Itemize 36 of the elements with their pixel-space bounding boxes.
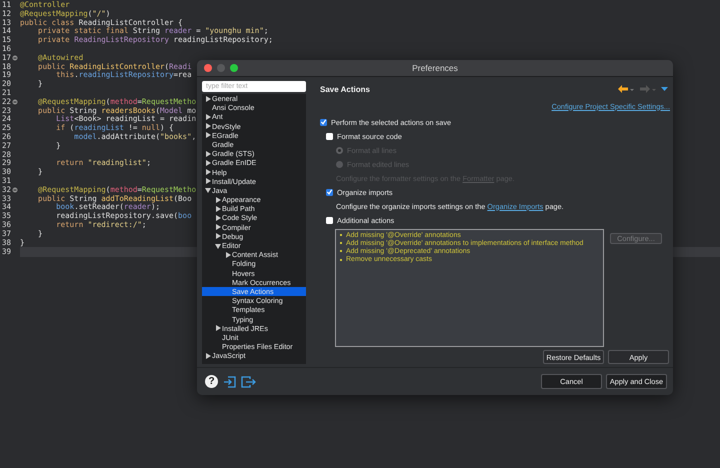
close-button[interactable] bbox=[204, 64, 212, 72]
checkbox[interactable] bbox=[326, 188, 333, 196]
export-icon[interactable] bbox=[241, 374, 256, 388]
expanded-arrow-icon[interactable] bbox=[215, 242, 221, 249]
collapsed-arrow-icon[interactable] bbox=[205, 96, 211, 102]
collapsed-arrow-icon[interactable] bbox=[215, 196, 221, 203]
checkbox[interactable] bbox=[326, 132, 333, 140]
menu-icon[interactable] bbox=[661, 85, 668, 93]
collapsed-arrow-icon[interactable] bbox=[205, 352, 211, 359]
checkmark-icon bbox=[320, 118, 327, 126]
collapsed-arrow-icon[interactable] bbox=[205, 123, 211, 130]
collapsed-arrow-icon[interactable] bbox=[215, 215, 221, 222]
collapsed-arrow-icon[interactable] bbox=[215, 206, 221, 212]
collapsed-arrow-icon[interactable] bbox=[205, 150, 211, 157]
page-title: Save Actions bbox=[320, 84, 370, 94]
collapsed-arrow-icon[interactable] bbox=[205, 169, 211, 176]
collapsed-arrow-icon[interactable] bbox=[215, 233, 221, 240]
collapsed-arrow-icon[interactable] bbox=[205, 160, 211, 166]
collapsed-arrow-icon[interactable] bbox=[215, 325, 221, 332]
checkmark-icon bbox=[326, 188, 333, 196]
fold-icon[interactable] bbox=[12, 187, 18, 194]
back-arrow-icon[interactable] bbox=[617, 84, 634, 94]
collapsed-arrow-icon[interactable] bbox=[205, 178, 211, 184]
checkbox[interactable] bbox=[320, 118, 327, 126]
collapsed-arrow-icon[interactable] bbox=[205, 132, 211, 138]
expanded-arrow-icon[interactable] bbox=[205, 187, 211, 194]
help-button[interactable]: ? bbox=[205, 375, 218, 388]
fold-icon[interactable] bbox=[12, 99, 18, 106]
collapsed-arrow-icon[interactable] bbox=[205, 114, 211, 120]
collapsed-arrow-icon[interactable] bbox=[225, 252, 231, 258]
import-icon[interactable] bbox=[223, 374, 236, 388]
window-title: Preferences bbox=[412, 63, 458, 73]
zoom-button[interactable] bbox=[230, 64, 238, 72]
fold-icon[interactable] bbox=[12, 55, 18, 62]
checkbox[interactable] bbox=[326, 216, 333, 224]
collapsed-arrow-icon[interactable] bbox=[215, 224, 221, 230]
